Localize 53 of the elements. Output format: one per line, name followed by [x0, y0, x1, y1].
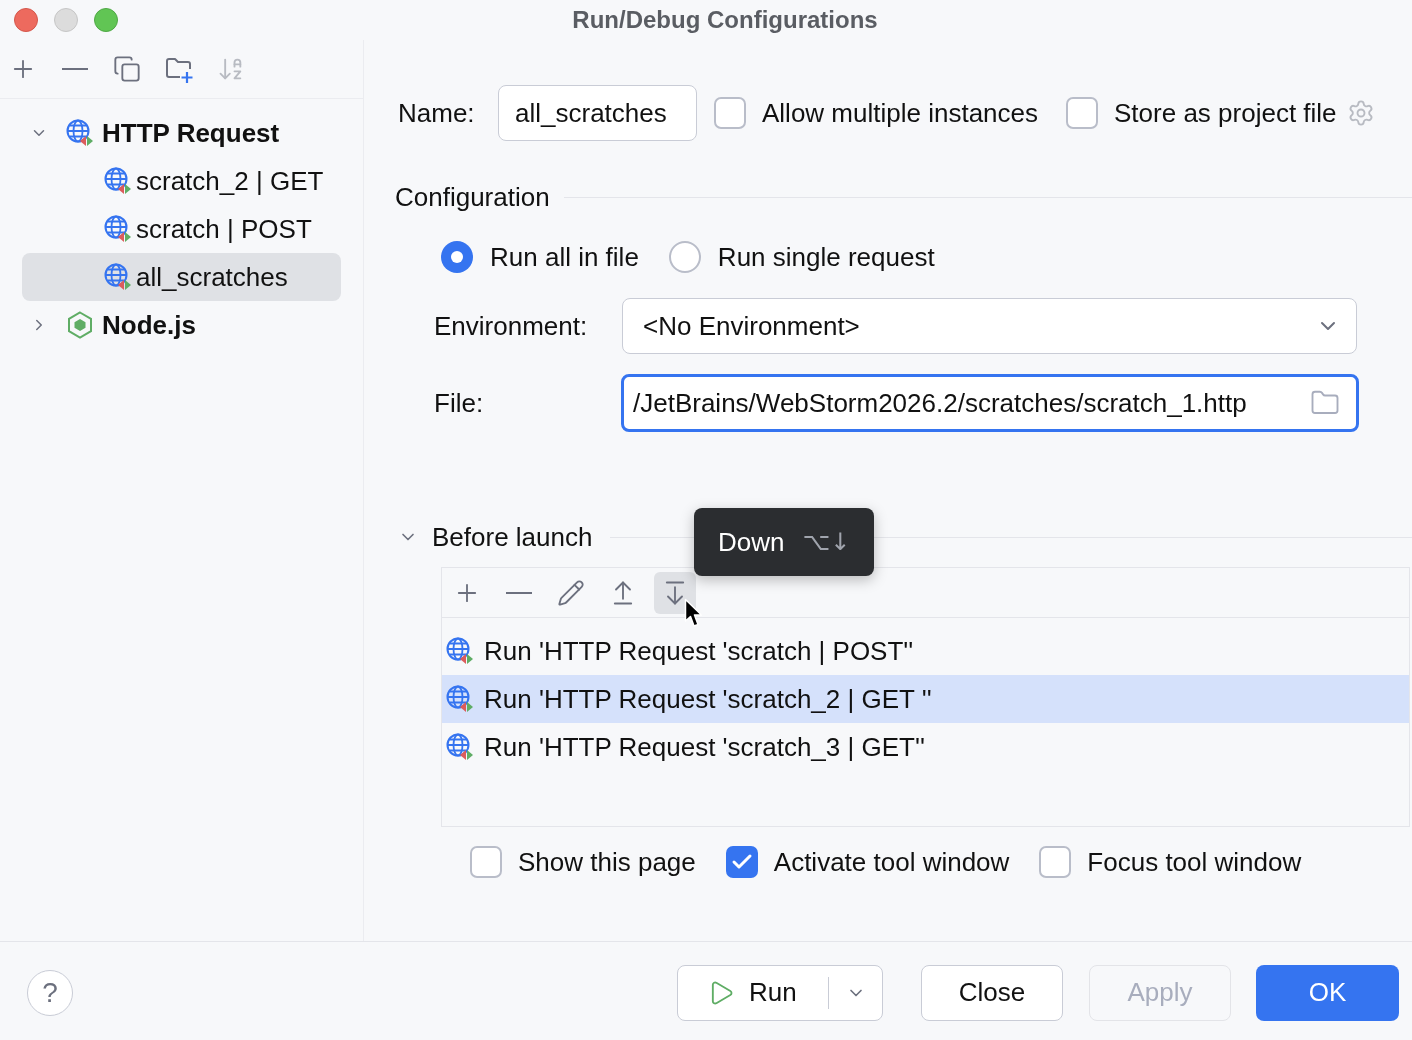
checkbox[interactable] [1066, 97, 1098, 129]
window-title: Run/Debug Configurations [572, 5, 878, 35]
globe-icon [104, 167, 132, 195]
help-button[interactable]: ? [27, 969, 73, 1016]
minus-icon [62, 68, 88, 70]
task-row[interactable]: Run 'HTTP Request 'scratch | POST'' [442, 627, 1409, 675]
task-row[interactable]: Run 'HTTP Request 'scratch_2 | GET '' [442, 675, 1409, 723]
checkbox-label: Store as project file [1114, 97, 1337, 129]
section-title: Configuration [395, 180, 550, 214]
checkbox[interactable] [470, 846, 502, 878]
ok-button[interactable]: OK [1256, 964, 1399, 1021]
globe-icon [446, 637, 474, 665]
mouse-pointer-icon [684, 598, 704, 628]
tree-item[interactable]: all_scratches [22, 253, 341, 301]
copy-icon [113, 55, 141, 83]
zoom-window-button[interactable] [94, 8, 118, 32]
checkbox[interactable] [725, 846, 758, 878]
radio-label: Run all in file [490, 240, 639, 274]
close-window-button[interactable] [14, 8, 38, 32]
radio-button[interactable] [668, 241, 701, 273]
checkbox-label: Focus tool window [1087, 846, 1302, 878]
dialog-button[interactable]: Close [921, 964, 1063, 1021]
section-title: Before launch [432, 520, 593, 554]
globe-icon [104, 263, 132, 291]
name-input[interactable]: all_scratches [498, 85, 697, 141]
tree-item[interactable]: HTTP Request [22, 109, 341, 157]
move-down-button[interactable] [654, 571, 696, 614]
name-label: Name: [398, 96, 476, 130]
globe-icon [446, 685, 474, 713]
shortcut-text: ⌥↓ [802, 527, 851, 558]
checkbox[interactable] [714, 97, 746, 129]
checkbox-label: Activate tool window [773, 846, 1010, 878]
hexagon-icon [66, 311, 94, 339]
checkbox-label: Allow multiple instances [762, 97, 1038, 129]
globe-icon [104, 215, 132, 243]
file-label: File: [434, 386, 485, 420]
file-input[interactable]: /JetBrains/WebStorm2026.2/scratches/scratch_1.http [621, 374, 1359, 432]
task-row[interactable]: Run 'HTTP Request 'scratch_3 | GET'' [442, 723, 1409, 771]
radio-button[interactable] [441, 241, 473, 273]
tooltip-text: Down [718, 525, 785, 559]
tree-item[interactable]: scratch_2 | GET [22, 157, 341, 205]
pencil-icon [557, 578, 585, 607]
minus-icon [506, 591, 532, 594]
checkbox-label: Show this page [518, 846, 696, 878]
environment-label: Environment: [434, 309, 589, 343]
run-button[interactable]: Run [678, 965, 828, 1020]
checkbox[interactable] [1039, 846, 1072, 878]
tree-item[interactable]: scratch | POST [22, 205, 341, 253]
globe-icon [66, 119, 94, 147]
tree-item[interactable]: Node.js [22, 301, 341, 349]
globe-icon [446, 733, 474, 761]
radio-label: Run single request [717, 240, 935, 274]
environment-dropdown[interactable]: <No Environment> [622, 298, 1357, 354]
